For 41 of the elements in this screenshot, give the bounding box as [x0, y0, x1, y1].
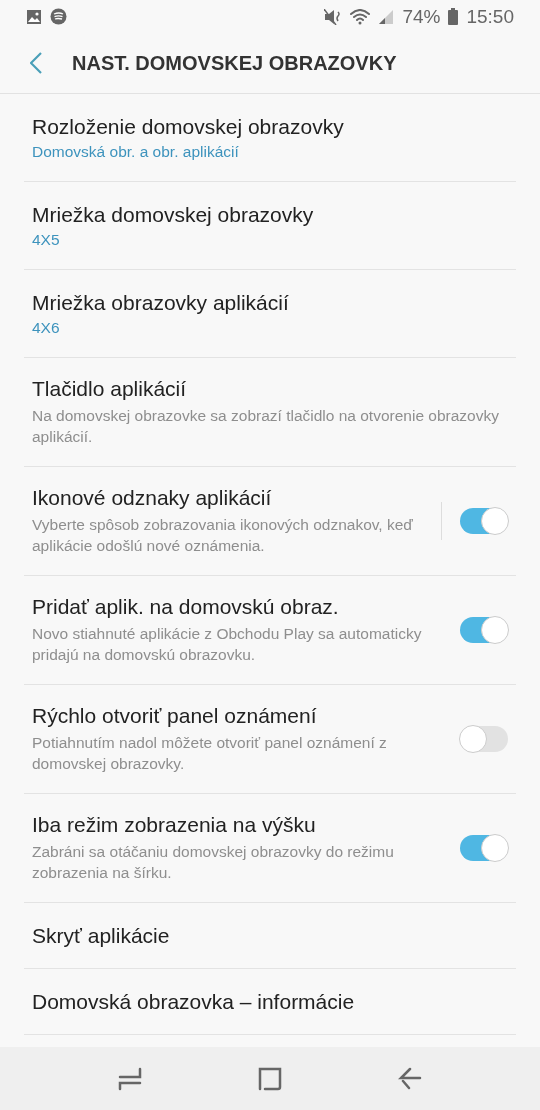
- toggle-switch[interactable]: [460, 617, 508, 644]
- settings-row[interactable]: Skryť aplikácie: [24, 903, 516, 970]
- mute-icon: [324, 8, 343, 25]
- battery-percent: 74%: [402, 5, 441, 28]
- clock-time: 15:50: [466, 5, 514, 28]
- settings-row[interactable]: Tlačidlo aplikácií Na domovskej obrazovke sa zobrazí tlačidlo na otvorenie obrazovky aplikácií.: [24, 358, 516, 468]
- setting-description: Vyberte spôsob zobrazovania ikonových odznakov, keď aplikácie odošlú nové oznámenia.: [32, 515, 414, 557]
- settings-row[interactable]: Mriežka obrazovky aplikácií 4X6: [24, 270, 516, 359]
- setting-title: Ikonové odznaky aplikácií: [32, 486, 273, 511]
- toggle-switch[interactable]: [460, 726, 508, 753]
- setting-value: 4X5: [32, 230, 61, 249]
- settings-row[interactable]: Mriežka domovskej obrazovky 4X5: [24, 182, 516, 271]
- setting-title: Domovská obrazovka – informácie: [32, 989, 356, 1014]
- wifi-icon: [350, 8, 371, 25]
- settings-row[interactable]: Ikonové odznaky aplikácií Vyberte spôsob zobrazovania ikonových odznakov, keď aplikácie odošlú nové oznámenia.: [24, 467, 516, 577]
- setting-title: Iba režim zobrazenia na výšku: [32, 813, 317, 838]
- setting-description: Potiahnutím nadol môžete otvoriť panel oznámení z domovskej obrazovky.: [32, 733, 388, 775]
- settings-row[interactable]: Iba režim zobrazenia na výšku Zabráni sa otáčaniu domovskej obrazovky do režimu zobrazenia na šírku.: [24, 794, 516, 904]
- signal-icon: [378, 8, 395, 25]
- settings-row[interactable]: Pridať aplik. na domovskú obraz. Novo stiahnuté aplikácie z Obchodu Play sa automaticky pridajú na domovskú obrazovku.: [24, 576, 516, 686]
- setting-description: Novo stiahnuté aplikácie z Obchodu Play sa automaticky pridajú na domovskú obrazovku.: [32, 624, 423, 666]
- setting-description: Zabráni sa otáčaniu domovskej obrazovky do režimu zobrazenia na šírku.: [32, 842, 395, 884]
- setting-title: Tlačidlo aplikácií: [32, 377, 188, 402]
- page-title: NAST. DOMOVSKEJ OBRAZOVKY: [72, 51, 397, 75]
- gallery-icon: [26, 8, 42, 25]
- setting-title: Mriežka obrazovky aplikácií: [32, 290, 290, 315]
- setting-title: Mriežka domovskej obrazovky: [32, 202, 315, 227]
- setting-title: Rozloženie domovskej obrazovky: [32, 114, 345, 139]
- toggle-switch[interactable]: [460, 508, 508, 535]
- battery-icon: [448, 8, 459, 26]
- setting-description: Na domovskej obrazovke sa zobrazí tlačidlo na otvorenie obrazovky aplikácií.: [32, 406, 500, 448]
- settings-row[interactable]: Rozloženie domovskej obrazovky Domovská obr. a obr. aplikácií: [24, 94, 516, 183]
- settings-row[interactable]: Domovská obrazovka – informácie: [24, 969, 516, 1036]
- setting-value: Domovská obr. a obr. aplikácií: [32, 142, 240, 161]
- toggle-switch[interactable]: [460, 835, 508, 862]
- setting-title: Skryť aplikácie: [32, 923, 171, 948]
- back-icon: [30, 52, 42, 75]
- setting-value: 4X6: [32, 318, 61, 337]
- settings-row[interactable]: Rýchlo otvoriť panel oznámení Potiahnutím nadol môžete otvoriť panel oznámení z domovskej obrazovky.: [24, 685, 516, 795]
- setting-title: Rýchlo otvoriť panel oznámení: [32, 704, 318, 729]
- setting-title: Pridať aplik. na domovskú obraz.: [32, 595, 340, 620]
